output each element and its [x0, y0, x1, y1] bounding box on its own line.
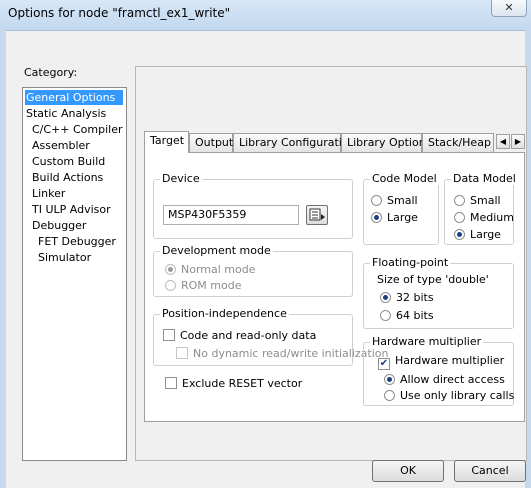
- exclude-reset-vector-label: Exclude RESET vector: [182, 377, 303, 390]
- no-dynamic-init-checkbox[interactable]: No dynamic read/write initialization: [176, 347, 389, 361]
- hardware-multiplier-group: Hardware multiplier ✔ Hardware multiplier…: [363, 335, 514, 406]
- ok-button[interactable]: OK: [372, 460, 444, 482]
- no-dynamic-init-label: No dynamic read/write initialization: [193, 347, 389, 360]
- tab-scroll-right-button[interactable]: ▶: [511, 134, 525, 149]
- double-64-bits-label: 64 bits: [396, 309, 434, 322]
- data-model-label: Data Model: [451, 172, 518, 185]
- development-mode-label: Development mode: [160, 244, 273, 257]
- code-model-small-label: Small: [387, 194, 418, 207]
- category-item-simulator[interactable]: Simulator: [37, 250, 92, 265]
- category-item-fet-debugger[interactable]: FET Debugger: [37, 234, 117, 249]
- development-mode-group: Development mode Normal mode ROM mode: [153, 244, 353, 297]
- radio-checked-icon: [384, 374, 395, 385]
- close-button[interactable]: ✕: [491, 0, 527, 17]
- checkmark-icon: ✔: [378, 358, 390, 370]
- close-icon: ✕: [504, 1, 514, 14]
- allow-direct-access-label: Allow direct access: [400, 373, 505, 386]
- data-model-medium-radio[interactable]: Medium: [454, 211, 514, 225]
- device-group-label: Device: [160, 172, 202, 185]
- radio-circle-icon: [371, 195, 382, 206]
- category-item-ti-ulp-advisor[interactable]: TI ULP Advisor: [31, 202, 112, 217]
- device-browse-button[interactable]: [306, 205, 328, 225]
- rom-mode-radio[interactable]: ROM mode: [165, 279, 241, 293]
- category-item-debugger[interactable]: Debugger: [31, 218, 87, 233]
- radio-circle-icon: [454, 212, 465, 223]
- category-item-assembler[interactable]: Assembler: [31, 138, 91, 153]
- code-model-large-label: Large: [387, 211, 418, 224]
- window-frame-left: [0, 30, 6, 488]
- code-model-label: Code Model: [370, 172, 439, 185]
- data-model-medium-label: Medium: [470, 211, 514, 224]
- title-bar: Options for node "framctl_ex1_write" ✕: [0, 0, 531, 31]
- data-model-small-label: Small: [470, 194, 501, 207]
- radio-circle-icon: [380, 310, 391, 321]
- tab-library-options[interactable]: Library Options: [341, 133, 431, 152]
- data-model-small-radio[interactable]: Small: [454, 194, 501, 208]
- hardware-multiplier-checkbox[interactable]: ✔ Hardware multiplier: [378, 354, 505, 370]
- double-32-bits-label: 32 bits: [396, 291, 434, 304]
- code-readonly-checkbox[interactable]: Code and read-only data: [163, 329, 316, 343]
- normal-mode-label: Normal mode: [181, 263, 256, 276]
- device-input[interactable]: MSP430F5359: [163, 205, 299, 225]
- radio-checked-icon: [454, 229, 465, 240]
- tab-scroll-left-button[interactable]: ◀: [496, 134, 510, 149]
- arrow-right-icon: ▶: [514, 137, 522, 146]
- radio-checked-icon: [371, 212, 382, 223]
- double-size-label: Size of type 'double': [377, 273, 489, 286]
- category-label: Category:: [24, 66, 78, 79]
- radio-circle-icon: [384, 390, 395, 401]
- normal-mode-radio[interactable]: Normal mode: [165, 263, 256, 277]
- floating-point-group: Floating-point Size of type 'double' 32 …: [363, 256, 514, 329]
- code-readonly-label: Code and read-only data: [180, 329, 317, 342]
- checkbox-icon: [165, 377, 177, 389]
- position-independence-group: Position-independence Code and read-only…: [153, 307, 389, 366]
- checkbox-icon: [176, 347, 188, 359]
- arrow-left-icon: ◀: [499, 137, 507, 146]
- radio-circle-icon: [165, 280, 176, 291]
- window-title: Options for node "framctl_ex1_write": [8, 6, 231, 20]
- category-item-c-compiler[interactable]: C/C++ Compiler: [31, 122, 124, 137]
- tab-stack-heap[interactable]: Stack/Heap: [422, 133, 494, 152]
- category-item-linker[interactable]: Linker: [31, 186, 66, 201]
- category-item-static-analysis[interactable]: Static Analysis: [25, 106, 107, 121]
- target-tab-page: Device MSP430F5359 Code Model Small Larg…: [144, 152, 525, 422]
- allow-direct-access-radio[interactable]: Allow direct access: [384, 373, 505, 387]
- data-model-group: Data Model Small Medium Large: [444, 172, 518, 245]
- cancel-button[interactable]: Cancel: [454, 460, 526, 482]
- hardware-multiplier-group-label: Hardware multiplier: [370, 335, 484, 348]
- checkbox-icon: [163, 329, 175, 341]
- exclude-reset-vector-checkbox[interactable]: Exclude RESET vector: [165, 377, 302, 391]
- data-model-large-radio[interactable]: Large: [454, 228, 501, 242]
- tab-output[interactable]: Output: [189, 133, 233, 152]
- radio-checked-icon: [165, 264, 176, 275]
- double-64-bits-radio[interactable]: 64 bits: [380, 309, 434, 323]
- browse-list-icon: [309, 208, 325, 221]
- code-model-large-radio[interactable]: Large: [371, 211, 418, 225]
- floating-point-label: Floating-point: [370, 256, 451, 269]
- code-model-group: Code Model Small Large: [363, 172, 439, 245]
- use-library-calls-label: Use only library calls: [400, 389, 515, 402]
- double-32-bits-radio[interactable]: 32 bits: [380, 291, 434, 305]
- category-item-general-options[interactable]: General Options: [25, 90, 123, 105]
- rom-mode-label: ROM mode: [181, 279, 242, 292]
- data-model-large-label: Large: [470, 228, 501, 241]
- hardware-multiplier-checkbox-label: Hardware multiplier: [395, 354, 505, 367]
- device-group: Device MSP430F5359: [153, 172, 353, 239]
- tab-target[interactable]: Target: [144, 131, 189, 153]
- position-independence-label: Position-independence: [160, 307, 289, 320]
- radio-circle-icon: [454, 195, 465, 206]
- code-model-small-radio[interactable]: Small: [371, 194, 418, 208]
- category-item-build-actions[interactable]: Build Actions: [31, 170, 104, 185]
- radio-checked-icon: [380, 292, 391, 303]
- category-item-custom-build[interactable]: Custom Build: [31, 154, 106, 169]
- category-list[interactable]: General Options Static Analysis C/C++ Co…: [22, 87, 127, 461]
- use-library-calls-radio[interactable]: Use only library calls: [384, 389, 514, 403]
- tab-library-configuration[interactable]: Library Configuration: [233, 133, 356, 152]
